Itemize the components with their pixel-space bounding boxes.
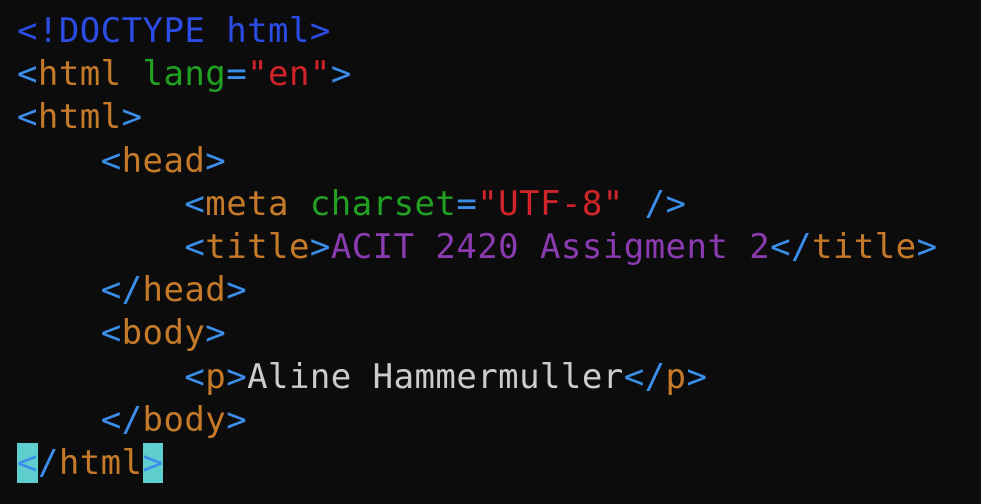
punctuation-token: < (184, 356, 206, 397)
punctuation-token: > (916, 226, 938, 267)
code-line: <!DOCTYPE html> (17, 10, 938, 53)
string-token: "en" (247, 54, 331, 95)
matched-bracket-highlight: > (142, 442, 164, 483)
punctuation-token: < (100, 140, 122, 181)
punctuation-token: / (37, 442, 59, 483)
title-text-token: ACIT 2420 Assigment 2 (330, 226, 771, 267)
tag-name-token: body (142, 399, 227, 440)
punctuation-token: > (205, 140, 227, 181)
punctuation-token: = (226, 54, 248, 95)
code-editor[interactable]: <!DOCTYPE html> <html lang="en"> <html> <h… (0, 0, 981, 504)
punctuation-token: > (226, 270, 248, 311)
punctuation-token: </ (100, 270, 143, 311)
string-token: "UTF-8" (477, 183, 624, 224)
punctuation-token: > (686, 356, 708, 397)
code-line: </head> (17, 269, 938, 312)
tag-name-token: title (205, 226, 310, 267)
code-line: <html> (17, 96, 938, 139)
punctuation-token: > (121, 97, 143, 138)
punctuation-token: = (456, 183, 478, 224)
code-line: <title>ACIT 2420 Assigment 2</title> (17, 226, 938, 269)
matched-bracket-highlight: < (17, 442, 38, 483)
code-line: ~ (17, 485, 938, 499)
punctuation-token: < (17, 54, 38, 95)
text-token: Aline Hammermuller (247, 356, 624, 397)
punctuation-token: < (100, 313, 122, 354)
tag-name-token: html (58, 442, 143, 483)
tag-name-token: html (37, 54, 122, 95)
code-line: <body> (17, 312, 938, 355)
code-line: </html> (17, 442, 938, 485)
tag-name-token: p (205, 356, 227, 397)
attribute-name-token: lang (142, 54, 227, 95)
code-line: <p>Aline Hammermuller</p> (17, 356, 938, 399)
empty-line-tilde: ~ (17, 486, 38, 499)
code-line: <meta charset="UTF-8" /> (17, 183, 938, 226)
punctuation-token: < (184, 183, 206, 224)
code-line: <html lang="en"> (17, 53, 938, 96)
punctuation-token: /> (623, 183, 687, 224)
punctuation-token: < (17, 97, 38, 138)
punctuation-token: > (226, 356, 248, 397)
punctuation-token: </ (770, 226, 812, 267)
tag-name-token: title (811, 226, 917, 267)
punctuation-token: > (205, 313, 227, 354)
punctuation-token: > (226, 399, 248, 440)
tag-name-token: html (37, 97, 122, 138)
doctype-token: <!DOCTYPE html> (17, 11, 331, 51)
punctuation-token: > (309, 226, 331, 267)
punctuation-token: > (330, 54, 352, 95)
tag-name-token: head (142, 270, 227, 311)
code-line: <head> (17, 140, 938, 183)
punctuation-token: </ (100, 399, 143, 440)
punctuation-token: </ (623, 356, 666, 397)
tag-name-token: head (121, 140, 206, 181)
code-lines: <!DOCTYPE html> <html lang="en"> <html> <h… (17, 10, 938, 499)
tag-name-token: p (665, 356, 687, 397)
attribute-name-token: charset (309, 183, 457, 224)
code-line: </body> (17, 399, 938, 442)
punctuation-token: < (184, 226, 206, 267)
tag-name-token: meta (205, 183, 289, 224)
tag-name-token: body (121, 313, 206, 354)
